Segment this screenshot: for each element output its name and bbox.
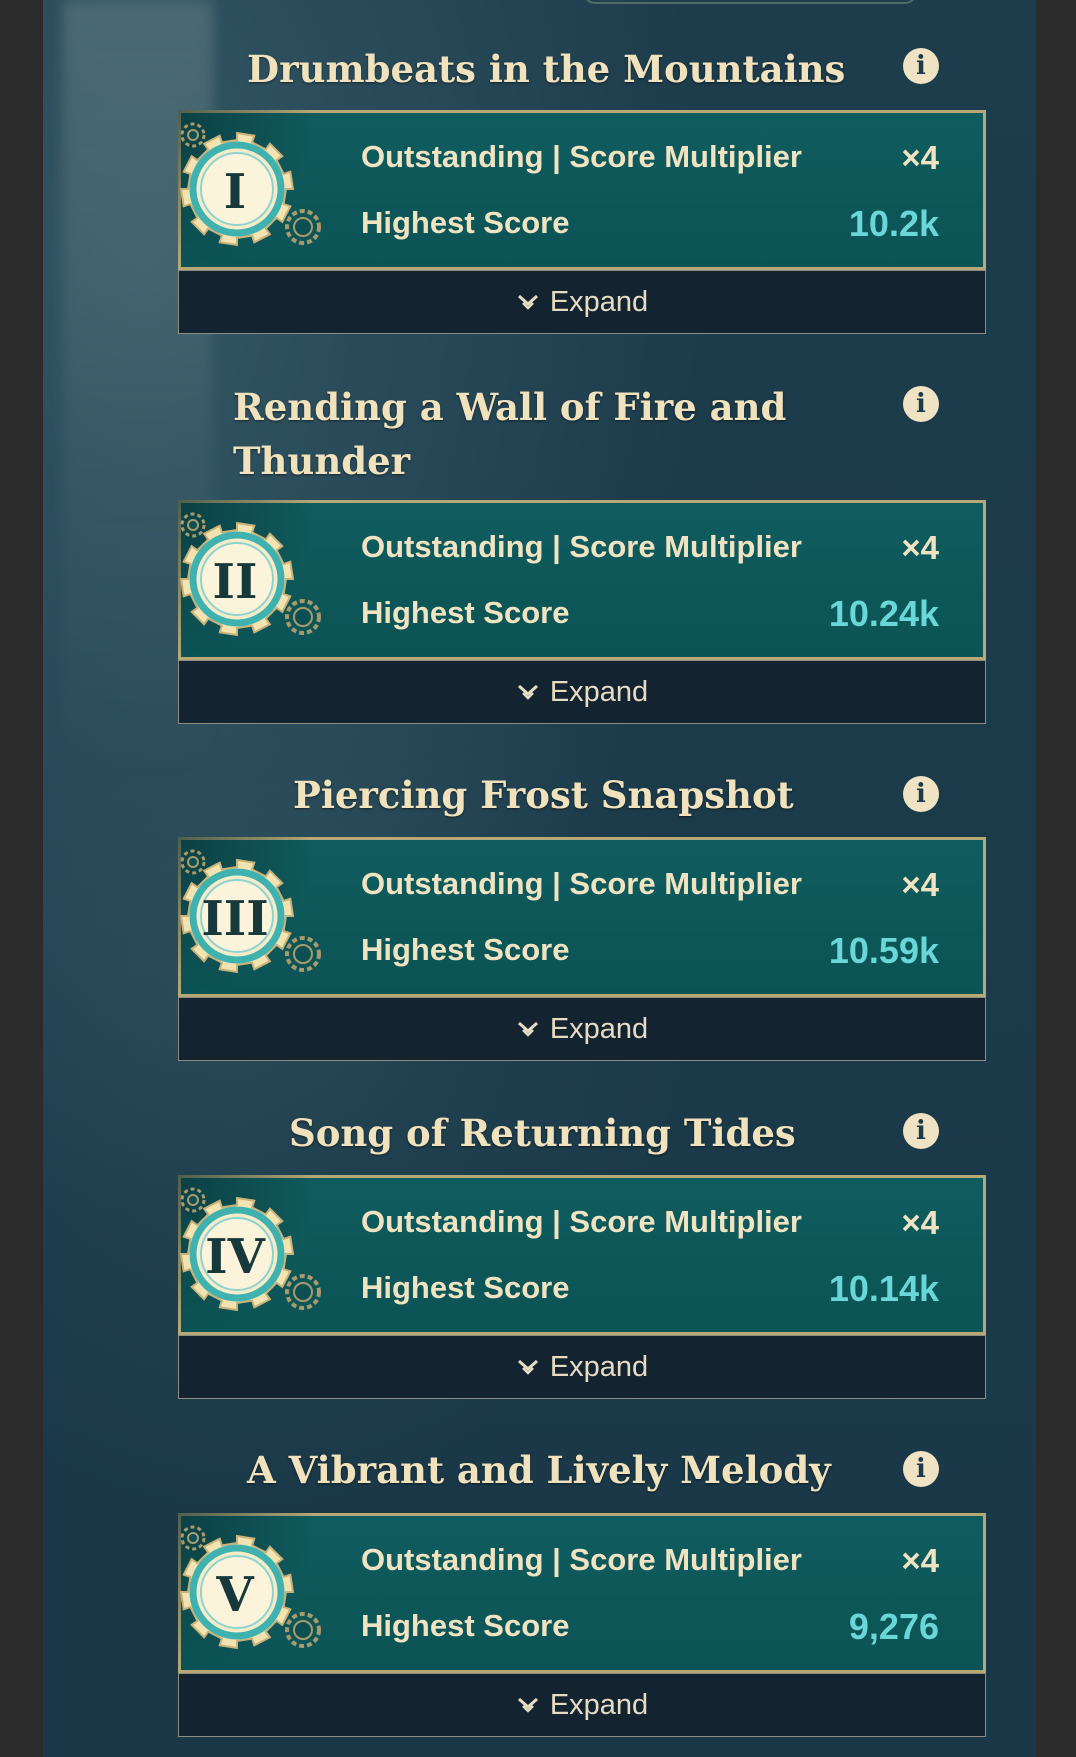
info-icon[interactable]: i bbox=[903, 1451, 939, 1487]
highest-score-label: Highest Score bbox=[361, 932, 570, 967]
chevron-down-icon bbox=[516, 1689, 540, 1722]
highest-score-label: Highest Score bbox=[361, 595, 570, 630]
rating-label: Outstanding | Score Multiplier bbox=[361, 1542, 802, 1577]
gear-badge-icon: II bbox=[175, 509, 325, 659]
score-card: II Outstanding | Score Multiplier ×4 Hig… bbox=[178, 500, 986, 660]
score-card: III Outstanding | Score Multiplier ×4 Hi… bbox=[178, 837, 986, 997]
score-card: V Outstanding | Score Multiplier ×4 High… bbox=[178, 1513, 986, 1673]
expand-label: Expand bbox=[549, 1688, 649, 1721]
score-card: IV Outstanding | Score Multiplier ×4 Hig… bbox=[178, 1175, 986, 1335]
highest-score-value: 10.2k bbox=[848, 203, 939, 244]
score-multiplier: ×4 bbox=[901, 1542, 939, 1579]
highest-score-value: 10.14k bbox=[828, 1268, 939, 1309]
gear-badge-icon: V bbox=[175, 1522, 325, 1672]
expand-label: Expand bbox=[549, 675, 649, 708]
highest-score-value: 10.24k bbox=[828, 593, 939, 634]
chevron-down-icon bbox=[516, 676, 540, 709]
info-icon[interactable]: i bbox=[903, 48, 939, 84]
level-numeral: III bbox=[201, 891, 269, 947]
level-numeral: I bbox=[223, 164, 247, 220]
info-icon[interactable]: i bbox=[903, 386, 939, 422]
level-numeral: IV bbox=[205, 1229, 265, 1285]
highest-score-label: Highest Score bbox=[361, 1270, 570, 1305]
score-multiplier: ×4 bbox=[901, 139, 939, 176]
rating-label: Outstanding | Score Multiplier bbox=[361, 1204, 802, 1239]
highest-score-label: Highest Score bbox=[361, 1608, 570, 1643]
section-title: Drumbeats in the Mountains bbox=[247, 47, 846, 91]
expand-button[interactable]: Expand bbox=[178, 1673, 986, 1737]
top-tab-edge bbox=[583, 0, 917, 4]
chevron-down-icon bbox=[516, 1351, 540, 1384]
score-multiplier: ×4 bbox=[901, 866, 939, 903]
expand-label: Expand bbox=[549, 1012, 649, 1045]
chevron-down-icon bbox=[516, 1013, 540, 1046]
expand-button[interactable]: Expand bbox=[178, 997, 986, 1061]
gear-badge-icon: I bbox=[175, 119, 325, 269]
highest-score-label: Highest Score bbox=[361, 205, 570, 240]
info-icon[interactable]: i bbox=[903, 776, 939, 812]
expand-button[interactable]: Expand bbox=[178, 1335, 986, 1399]
rating-label: Outstanding | Score Multiplier bbox=[361, 529, 802, 564]
section-title: Rending a Wall of Fire and Thunder bbox=[233, 385, 787, 483]
highest-score-value: 9,276 bbox=[848, 1606, 939, 1647]
expand-label: Expand bbox=[549, 1350, 649, 1383]
score-card: I Outstanding | Score Multiplier ×4 High… bbox=[178, 110, 986, 270]
highest-score-value: 10.59k bbox=[828, 930, 939, 971]
info-icon[interactable]: i bbox=[903, 1113, 939, 1149]
chevron-down-icon bbox=[516, 286, 540, 319]
score-multiplier: ×4 bbox=[901, 1204, 939, 1241]
rating-label: Outstanding | Score Multiplier bbox=[361, 139, 802, 174]
score-multiplier: ×4 bbox=[901, 529, 939, 566]
event-panel: Drumbeats in the Mountains i I Outstandi… bbox=[43, 0, 1036, 1757]
level-numeral: V bbox=[216, 1567, 254, 1623]
expand-button[interactable]: Expand bbox=[178, 270, 986, 334]
section-title: Song of Returning Tides bbox=[289, 1111, 796, 1155]
gear-badge-icon: IV bbox=[175, 1184, 325, 1334]
section-title: Piercing Frost Snapshot bbox=[293, 773, 794, 817]
gear-badge-icon: III bbox=[175, 846, 325, 996]
section-title: A Vibrant and Lively Melody bbox=[247, 1448, 831, 1492]
expand-label: Expand bbox=[549, 285, 649, 318]
level-numeral: II bbox=[212, 554, 258, 610]
rating-label: Outstanding | Score Multiplier bbox=[361, 866, 802, 901]
expand-button[interactable]: Expand bbox=[178, 660, 986, 724]
